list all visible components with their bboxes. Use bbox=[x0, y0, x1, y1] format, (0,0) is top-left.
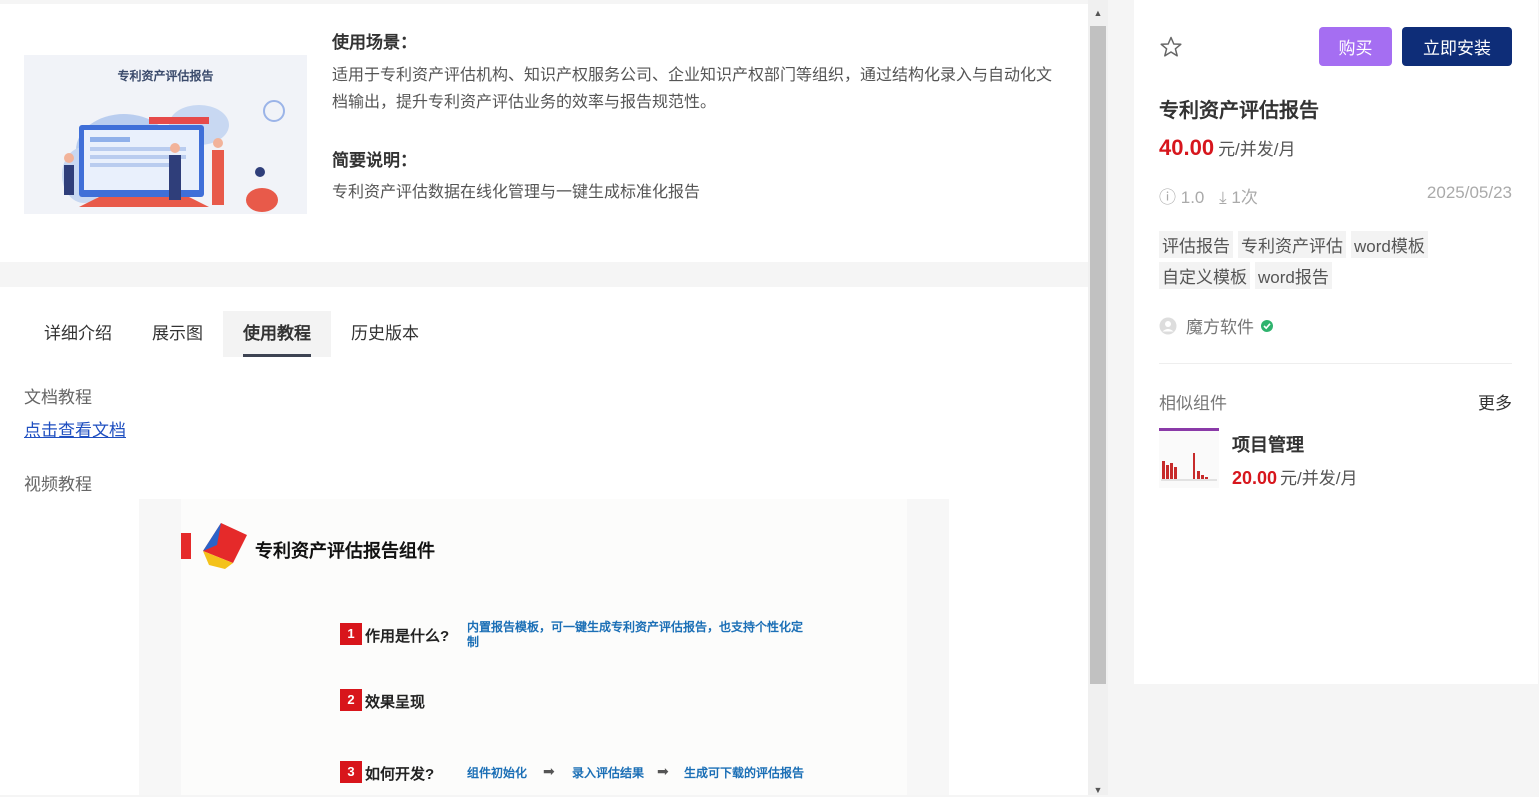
publish-date: 2025/05/23 bbox=[1426, 183, 1512, 202]
step-3-flow-2: 录入评估结果 bbox=[572, 766, 645, 780]
version-value: 1.0 bbox=[1180, 188, 1205, 207]
step-2-number: 2 bbox=[340, 689, 362, 711]
slide-title: 专利资产评估报告组件 bbox=[255, 541, 435, 561]
favorite-star-icon[interactable] bbox=[1159, 35, 1183, 59]
tag[interactable]: word报告 bbox=[1255, 262, 1332, 289]
scroll-thumb[interactable] bbox=[1090, 26, 1106, 684]
product-meta: ⓘ 1.0 ⤓ 1次 2025/05/23 bbox=[1159, 183, 1512, 208]
step-2-label: 效果呈现 bbox=[365, 694, 426, 711]
step-3-flow-3: 生成可下载的评估报告 bbox=[684, 766, 805, 780]
download-count: 1次 bbox=[1231, 188, 1258, 207]
download-icon: ⤓ bbox=[1219, 188, 1227, 207]
similar-item-name[interactable]: 项目管理 bbox=[1232, 431, 1304, 457]
tag[interactable]: 评估报告 bbox=[1159, 231, 1233, 258]
summary-title: 简要说明： bbox=[332, 151, 417, 170]
vendor-avatar-icon bbox=[1159, 317, 1177, 334]
tab-history[interactable]: 历史版本 bbox=[331, 311, 439, 357]
view-document-link[interactable]: 点击查看文档 bbox=[24, 416, 126, 441]
tab-intro[interactable]: 详细介绍 bbox=[24, 311, 132, 357]
detail-card: 详细介绍 展示图 使用教程 历史版本 文档教程 点击查看文档 视频教程 专利资产… bbox=[0, 287, 1088, 795]
more-link[interactable]: 更多 bbox=[1478, 389, 1512, 414]
video-slide: 专利资产评估报告组件 1 作用是什么? 内置报告模板，可一键生成专利资产评估报告… bbox=[181, 499, 907, 795]
product-price: 40.00 元/并发/月 bbox=[1159, 135, 1296, 161]
tag-list: 评估报告 专利资产评估 word模板 自定义模板 word报告 bbox=[1159, 231, 1479, 289]
product-thumbnail: 专利资产评估报告 bbox=[24, 55, 307, 214]
version-icon: ⓘ bbox=[1159, 188, 1176, 207]
slide-accent-bar bbox=[181, 533, 191, 559]
vendor-info[interactable]: 魔方软件 bbox=[1159, 313, 1274, 338]
usage-title: 使用场景： bbox=[332, 33, 417, 52]
main-scrollbar[interactable]: ▲ ▼ bbox=[1088, 0, 1108, 795]
scroll-up-icon[interactable]: ▲ bbox=[1088, 6, 1108, 20]
product-sidebar: 购买 立即安装 专利资产评估报告 40.00 元/并发/月 ⓘ 1.0 ⤓ 1次 … bbox=[1134, 0, 1538, 684]
tab-tutorial[interactable]: 使用教程 bbox=[223, 311, 331, 357]
price-unit: 元/并发/月 bbox=[1218, 140, 1296, 159]
verified-icon bbox=[1261, 319, 1273, 332]
flow-arrow-icon: ➡ bbox=[543, 763, 555, 779]
step-1-number: 1 bbox=[340, 623, 362, 645]
price-value: 40.00 bbox=[1159, 135, 1215, 160]
overview-card: 专利资产评估报告 使用场景： 适用于专利资产评估机构、知识产权服务公司、企业知识… bbox=[0, 4, 1088, 262]
step-3-number: 3 bbox=[340, 761, 362, 783]
tutorial-video[interactable]: 专利资产评估报告组件 1 作用是什么? 内置报告模板，可一键生成专利资产评估报告… bbox=[139, 499, 949, 795]
thumbnail-illustration bbox=[62, 100, 285, 212]
divider bbox=[1159, 363, 1512, 364]
tag[interactable]: 自定义模板 bbox=[1159, 262, 1250, 289]
slide-logo-icon bbox=[203, 523, 247, 569]
doc-tutorial-label: 文档教程 bbox=[24, 388, 92, 407]
similar-item-price: 20.00 元/并发/月 bbox=[1232, 464, 1358, 489]
tab-gallery[interactable]: 展示图 bbox=[132, 311, 223, 357]
flow-arrow-icon: ➡ bbox=[657, 763, 669, 779]
similar-item-thumbnail[interactable] bbox=[1159, 428, 1219, 488]
tag[interactable]: 专利资产评估 bbox=[1238, 231, 1346, 258]
tag[interactable]: word模板 bbox=[1351, 231, 1428, 258]
main-content: 专利资产评估报告 使用场景： 适用于专利资产评估机构、知识产权服务公司、企业知识… bbox=[0, 0, 1088, 795]
summary-text: 专利资产评估数据在线化管理与一键生成标准化报告 bbox=[332, 184, 701, 201]
detail-tabs: 详细介绍 展示图 使用教程 历史版本 bbox=[24, 311, 439, 357]
video-tutorial-label: 视频教程 bbox=[24, 475, 92, 494]
install-button[interactable]: 立即安装 bbox=[1402, 27, 1512, 66]
step-3-label: 如何开发? bbox=[365, 766, 435, 783]
step-3-flow-1: 组件初始化 bbox=[467, 766, 528, 780]
product-title: 专利资产评估报告 bbox=[1159, 100, 1319, 122]
usage-text: 适用于专利资产评估机构、知识产权服务公司、企业知识产权部门等组织，通过结构化录入… bbox=[332, 67, 1053, 111]
buy-button[interactable]: 购买 bbox=[1319, 27, 1392, 66]
similar-item-chart-icon bbox=[1161, 453, 1217, 481]
step-1-desc: 内置报告模板，可一键生成专利资产评估报告，也支持个性化定制 bbox=[467, 620, 804, 649]
similar-components-title: 相似组件 bbox=[1159, 394, 1227, 413]
similar-price-unit: 元/并发/月 bbox=[1280, 469, 1358, 488]
similar-price-value: 20.00 bbox=[1232, 468, 1278, 488]
vendor-name: 魔方软件 bbox=[1186, 318, 1254, 337]
step-1-label: 作用是什么? bbox=[365, 628, 450, 645]
